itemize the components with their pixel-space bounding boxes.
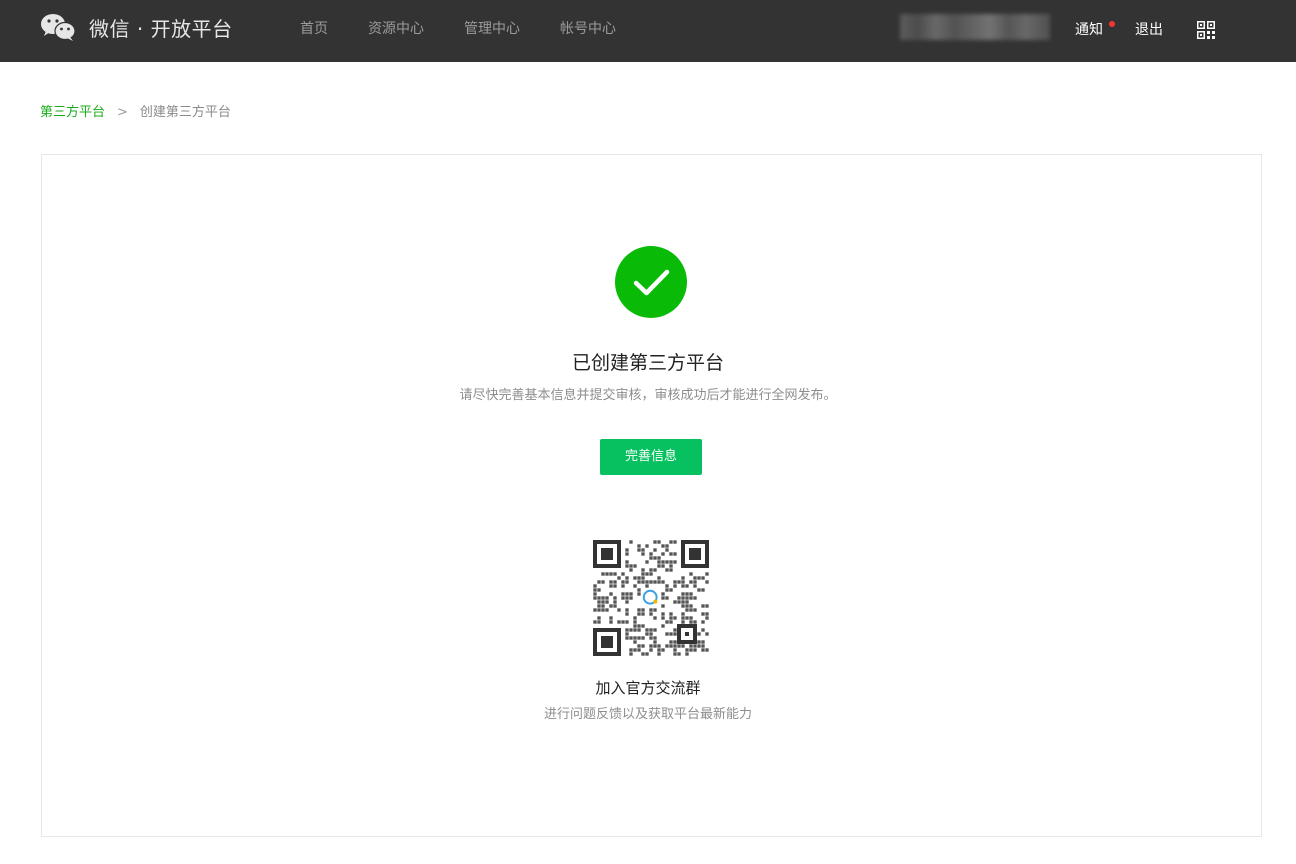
community-description: 进行问题反馈以及获取平台最新能力 xyxy=(543,707,752,722)
nav-item-resources[interactable]: 资源中心 xyxy=(368,19,424,39)
main-nav: 首页 资源中心 管理中心 帐号中心 xyxy=(300,19,656,39)
breadcrumb: 第三方平台 > 创建第三方平台 xyxy=(40,104,231,122)
community-title: 加入官方交流群 xyxy=(595,679,701,697)
success-check-icon xyxy=(615,246,687,318)
nav-item-home[interactable]: 首页 xyxy=(300,19,328,39)
notification-dot xyxy=(1109,21,1115,27)
breadcrumb-current: 创建第三方平台 xyxy=(139,105,231,120)
group-qrcode-image xyxy=(593,540,709,656)
qrcode-image-icon xyxy=(593,540,709,656)
complete-info-button[interactable]: 完善信息 xyxy=(600,439,702,475)
nav-item-management[interactable]: 管理中心 xyxy=(464,19,520,39)
nav-item-account[interactable]: 帐号中心 xyxy=(560,19,616,39)
logout-link[interactable]: 退出 xyxy=(1135,20,1163,40)
top-navigation-bar: 微信 · 开放平台 首页 资源中心 管理中心 帐号中心 通知 退出 xyxy=(0,0,1296,62)
notification-link[interactable]: 通知 xyxy=(1075,20,1103,40)
wechat-logo-icon xyxy=(41,14,76,41)
qrcode-icon[interactable] xyxy=(1197,21,1215,39)
result-title: 已创建第三方平台 xyxy=(571,352,724,374)
breadcrumb-third-party-platform[interactable]: 第三方平台 xyxy=(40,104,105,122)
breadcrumb-separator-icon: > xyxy=(117,105,128,120)
result-description: 请尽快完善基本信息并提交审核，审核成功后才能进行全网发布。 xyxy=(459,388,837,403)
brand-logo[interactable]: 微信 · 开放平台 xyxy=(40,11,233,43)
account-name-redacted[interactable] xyxy=(900,14,1050,40)
brand-name: 微信 · 开放平台 xyxy=(89,16,233,41)
